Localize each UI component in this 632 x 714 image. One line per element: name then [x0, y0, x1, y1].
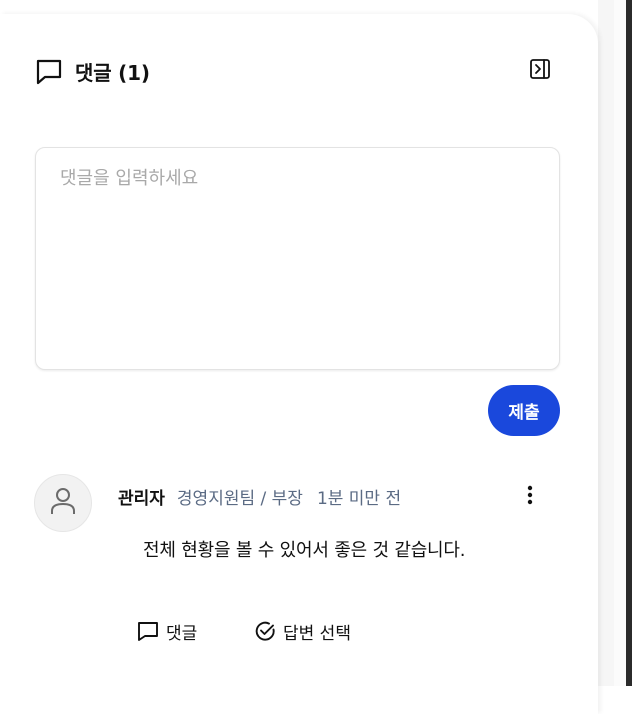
comment-icon [136, 619, 160, 643]
check-circle-icon [253, 619, 277, 643]
panel-header: 댓글 (1) [35, 56, 150, 86]
comment-author: 관리자 [118, 488, 165, 509]
select-answer-label: 답변 선택 [283, 623, 351, 644]
more-vertical-icon [527, 485, 533, 509]
comment-more-button[interactable] [518, 485, 542, 509]
page-title: 댓글 (1) [75, 60, 150, 85]
reply-label: 댓글 [166, 623, 198, 644]
comment-meta: 관리자 경영지원팀 / 부장 1분 미만 전 [118, 484, 402, 509]
user-icon [49, 486, 77, 520]
comment-time: 1분 미만 전 [316, 488, 402, 509]
comment-body: 전체 현황을 볼 수 있어서 좋은 것 같습니다. [143, 540, 466, 561]
select-answer-button[interactable]: 답변 선택 [253, 618, 351, 644]
side-strip [598, 0, 614, 686]
collapse-panel-button[interactable] [528, 59, 552, 83]
reply-button[interactable]: 댓글 [136, 618, 197, 644]
panel-collapse-icon [529, 58, 551, 84]
comment-input-box [35, 147, 560, 370]
scrollbar[interactable] [626, 0, 632, 686]
comment-icon [35, 57, 63, 85]
comment-input[interactable] [36, 148, 559, 369]
comment-department: 경영지원팀 / 부장 [176, 488, 303, 509]
avatar [34, 474, 92, 532]
submit-button[interactable]: 제출 [488, 385, 560, 436]
